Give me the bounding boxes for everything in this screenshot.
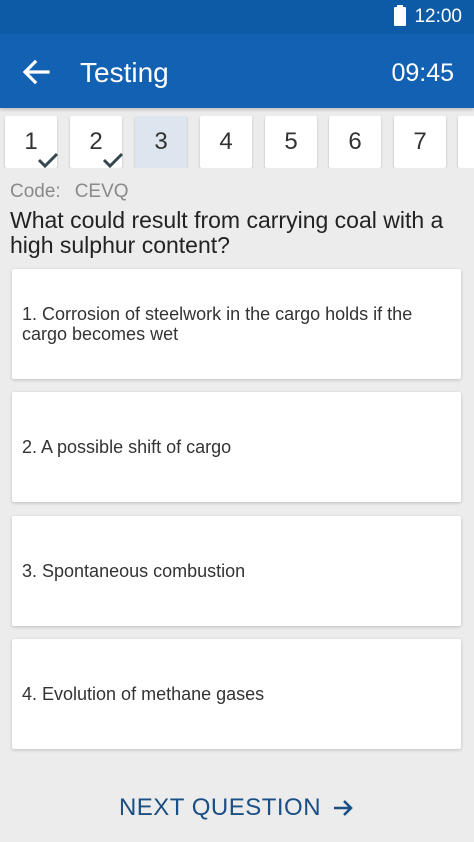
answer-option-text: 4. Evolution of methane gases xyxy=(22,684,265,704)
next-question-label: NEXT QUESTION xyxy=(118,794,322,821)
question-tab-number: 4 xyxy=(219,128,233,155)
question-tab-number: 3 xyxy=(154,128,168,155)
answer-option-2[interactable]: 2. A possible shift of cargo xyxy=(12,392,461,502)
code-value: CEVQ xyxy=(74,181,129,202)
question-tab-7[interactable]: 7 xyxy=(394,116,446,168)
question-tab-1[interactable]: 1 xyxy=(5,116,59,168)
question-code: Code: CEVQ xyxy=(10,180,129,204)
answer-option-4[interactable]: 4. Evolution of methane gases xyxy=(12,639,461,749)
back-button[interactable] xyxy=(18,54,54,90)
countdown-timer: 09:45 xyxy=(391,59,454,87)
answer-option-text: 1. Corrosion of steelwork in the cargo h… xyxy=(22,304,413,344)
arrow-right-icon xyxy=(334,800,353,816)
checkmark-icon xyxy=(37,152,59,168)
question-tab-number: 1 xyxy=(24,128,38,155)
status-clock: 12:00 xyxy=(414,6,462,27)
question-tab-number: 6 xyxy=(348,128,362,155)
battery-icon xyxy=(394,5,406,26)
page-title: Testing xyxy=(80,57,169,88)
question-tab-6[interactable]: 6 xyxy=(329,116,381,168)
answer-option-3[interactable]: 3. Spontaneous combustion xyxy=(12,516,461,626)
checkmark-icon xyxy=(102,152,124,168)
question-tab-number: 2 xyxy=(89,128,103,155)
arrow-left-icon xyxy=(22,59,50,85)
question-tab-4[interactable]: 4 xyxy=(200,116,252,168)
question-tab-number: 7 xyxy=(413,128,427,155)
question-tab-partial[interactable] xyxy=(458,116,474,168)
question-tab-number: 5 xyxy=(284,128,298,155)
answer-option-1[interactable]: 1. Corrosion of steelwork in the cargo h… xyxy=(12,269,461,379)
answer-option-text: 3. Spontaneous combustion xyxy=(22,561,246,581)
question-tab-2[interactable]: 2 xyxy=(70,116,124,168)
answer-option-text: 2. A possible shift of cargo xyxy=(22,437,232,457)
question-navigator: 1 2 3 4 5 6 7 xyxy=(0,116,474,168)
question-tab-5[interactable]: 5 xyxy=(265,116,317,168)
question-tab-3[interactable]: 3 xyxy=(135,116,187,168)
next-question-button[interactable]: NEXT QUESTION xyxy=(0,788,474,828)
status-bar: 12:00 xyxy=(0,0,474,34)
app-bar: Testing 09:45 xyxy=(0,34,474,108)
code-label: Code: xyxy=(10,181,61,202)
question-text: What could result from carrying coal wit… xyxy=(10,207,444,258)
